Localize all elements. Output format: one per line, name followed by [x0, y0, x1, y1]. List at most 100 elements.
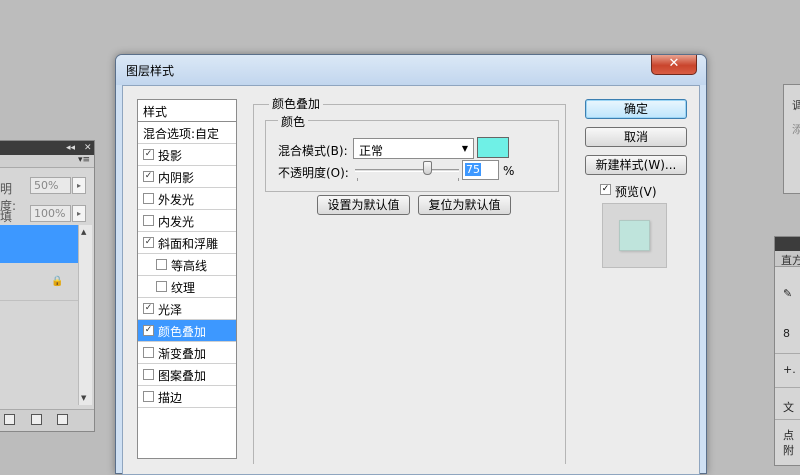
- blend-mode-label: 混合模式(B):: [278, 144, 348, 158]
- layers-panel-tabbar: ▾≡: [0, 155, 94, 168]
- new-style-button[interactable]: 新建样式(W)...: [585, 155, 687, 175]
- style-item-checkbox[interactable]: [156, 259, 167, 270]
- style-item-checkbox[interactable]: [156, 281, 167, 292]
- style-item[interactable]: 内发光: [138, 210, 236, 232]
- style-item-label: 纹理: [171, 281, 196, 295]
- info-doc-label: 文: [783, 401, 794, 414]
- style-item-label: 内阴影: [158, 171, 195, 185]
- style-item[interactable]: ✓ 内阴影: [138, 166, 236, 188]
- collapse-icon[interactable]: ◂◂: [66, 142, 75, 154]
- style-item-label: 等高线: [171, 259, 208, 273]
- trash-icon[interactable]: [57, 414, 68, 425]
- adjustments-panel-title: 调: [792, 99, 800, 112]
- color-overlay-group-title: 颜色叠加: [269, 95, 324, 112]
- style-item-label: 混合选项:自定: [143, 127, 220, 141]
- blend-mode-select[interactable]: 正常 ▼: [353, 138, 474, 159]
- style-item-checkbox[interactable]: ✓: [143, 303, 154, 314]
- style-item-label: 斜面和浮雕: [158, 237, 219, 251]
- style-item-checkbox[interactable]: [143, 347, 154, 358]
- style-item-checkbox[interactable]: ✓: [143, 149, 154, 160]
- style-item[interactable]: 纹理: [138, 276, 236, 298]
- style-item-label: 描边: [158, 391, 183, 405]
- crosshair-icon: +.: [783, 363, 796, 376]
- overlay-color-swatch[interactable]: [477, 137, 509, 158]
- eyedropper-icon[interactable]: ✎: [783, 287, 792, 300]
- info-hint-line2: 附: [783, 444, 794, 457]
- style-item-label: 光泽: [158, 303, 183, 317]
- divider: [775, 353, 800, 354]
- scroll-up-icon[interactable]: ▲: [81, 228, 86, 236]
- divider: [775, 387, 800, 388]
- divider: [775, 419, 800, 420]
- style-list-header-label: 样式: [143, 105, 168, 119]
- ok-button[interactable]: 确定: [585, 99, 687, 119]
- style-item-checkbox[interactable]: [143, 391, 154, 402]
- style-item[interactable]: ✓ 斜面和浮雕: [138, 232, 236, 254]
- opacity-slider-track[interactable]: [355, 169, 459, 172]
- histogram-panel: 直方 ✎ 8 +. 文 点 附: [774, 236, 800, 466]
- histogram-tab[interactable]: 直方: [781, 252, 800, 268]
- layer-fill-field[interactable]: 100%: [30, 205, 71, 222]
- dialog-titlebar[interactable]: 图层样式 ✕: [116, 55, 706, 85]
- style-item-checkbox[interactable]: [143, 215, 154, 226]
- adjustments-panel: 调 添: [783, 84, 800, 194]
- style-item-label: 内发光: [158, 215, 195, 229]
- dialog-close-button[interactable]: ✕: [651, 55, 697, 75]
- style-item[interactable]: 混合选项:自定: [138, 122, 236, 144]
- style-item[interactable]: 渐变叠加: [138, 342, 236, 364]
- style-item[interactable]: ✓ 颜色叠加: [138, 320, 236, 342]
- layer-style-dialog: 图层样式 ✕ 样式 混合选项:自定 ✓ 投影 ✓ 内阴影外发光内发光 ✓ 斜面和浮雕等高线纹…: [115, 54, 707, 475]
- layer-row[interactable]: [0, 263, 78, 301]
- style-item-label: 图案叠加: [158, 369, 207, 383]
- layers-panel-footer: [0, 409, 94, 431]
- dialog-body: 样式 混合选项:自定 ✓ 投影 ✓ 内阴影外发光内发光 ✓ 斜面和浮雕等高线纹理 ✓ 光泽 ✓ 颜色…: [122, 85, 700, 475]
- dropdown-arrow-icon: ▼: [461, 144, 468, 153]
- layer-opacity-arrow-icon[interactable]: ▸: [72, 177, 86, 194]
- style-item[interactable]: ✓ 投影: [138, 144, 236, 166]
- panel-menu-icon[interactable]: ▾≡: [78, 155, 90, 165]
- layer-fill-arrow-icon[interactable]: ▸: [72, 205, 86, 222]
- style-item-checkbox[interactable]: ✓: [143, 325, 154, 336]
- layer-row-selected[interactable]: [0, 225, 78, 263]
- new-layer-icon[interactable]: [31, 414, 42, 425]
- lock-icon: 🔒: [51, 276, 64, 287]
- info-value-8: 8: [783, 327, 790, 340]
- dialog-title: 图层样式: [126, 64, 175, 78]
- cancel-button[interactable]: 取消: [585, 127, 687, 147]
- histogram-panel-titlebar: [775, 237, 800, 251]
- opacity-slider-ticks: [357, 178, 459, 181]
- opacity-slider-thumb[interactable]: [423, 161, 432, 175]
- style-list: 样式 混合选项:自定 ✓ 投影 ✓ 内阴影外发光内发光 ✓ 斜面和浮雕等高线纹理 ✓ 光泽 ✓ 颜色…: [137, 99, 237, 459]
- style-item-label: 颜色叠加: [158, 325, 207, 339]
- layers-scrollbar[interactable]: ▲ ▼: [78, 225, 92, 405]
- info-hint-line1: 点: [783, 429, 794, 442]
- style-item-checkbox[interactable]: [143, 369, 154, 380]
- reset-default-button[interactable]: 复位为默认值: [418, 195, 511, 215]
- style-item[interactable]: 描边: [138, 386, 236, 408]
- style-item-label: 渐变叠加: [158, 347, 207, 361]
- set-default-button[interactable]: 设置为默认值: [317, 195, 410, 215]
- color-subgroup-title: 颜色: [278, 113, 309, 130]
- preview-checkbox-box[interactable]: ✓: [600, 184, 611, 195]
- style-item-checkbox[interactable]: ✓: [143, 171, 154, 182]
- style-item-checkbox[interactable]: [143, 193, 154, 204]
- style-item[interactable]: 图案叠加: [138, 364, 236, 386]
- style-item[interactable]: 外发光: [138, 188, 236, 210]
- layers-panel: ◂◂ ✕ ▾≡ 明度: 50% ▸ 填充: 100% ▸ 🔒 ▲ ▼: [0, 140, 95, 432]
- opacity-input[interactable]: 75: [462, 160, 499, 180]
- style-item[interactable]: 等高线: [138, 254, 236, 276]
- blend-mode-value: 正常: [359, 144, 384, 158]
- layer-group-icon[interactable]: [4, 414, 15, 425]
- scroll-down-icon[interactable]: ▼: [81, 394, 86, 402]
- style-list-header[interactable]: 样式: [138, 100, 236, 122]
- style-preview-swatch: [619, 220, 650, 251]
- style-item-label: 投影: [158, 149, 183, 163]
- adjustments-panel-add-label: 添: [792, 123, 800, 136]
- close-icon[interactable]: ✕: [84, 142, 92, 154]
- style-item[interactable]: ✓ 光泽: [138, 298, 236, 320]
- style-item-checkbox[interactable]: ✓: [143, 237, 154, 248]
- opacity-label: 不透明度(O):: [278, 166, 349, 180]
- preview-checkbox-label: 预览(V): [615, 185, 657, 199]
- layer-opacity-field[interactable]: 50%: [30, 177, 71, 194]
- style-item-label: 外发光: [158, 193, 195, 207]
